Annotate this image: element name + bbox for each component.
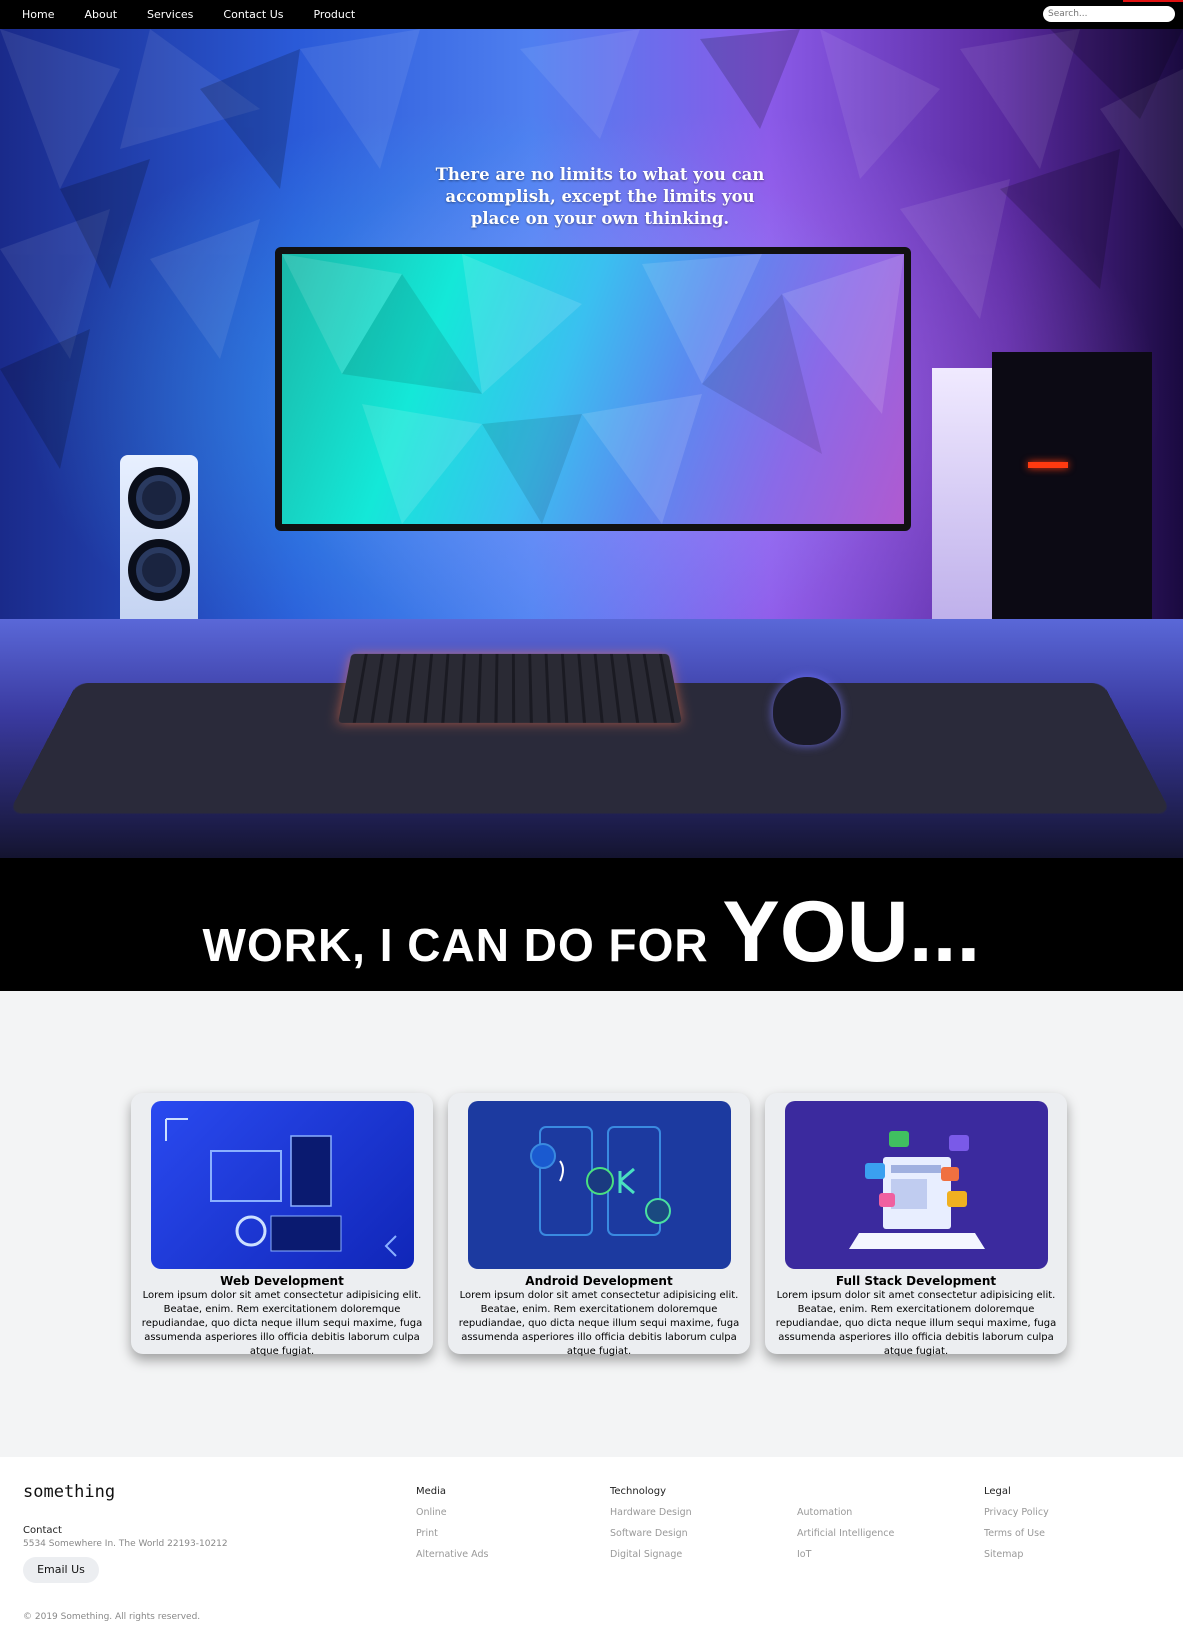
footer-contact-label: Contact <box>23 1525 62 1536</box>
banner-heading: WORK, I CAN DO FOR YOU... <box>0 883 1183 982</box>
nav-link-services[interactable]: Services <box>147 8 193 21</box>
pc-tower-led <box>1028 462 1068 468</box>
nav-link-product[interactable]: Product <box>313 8 355 21</box>
footer-link[interactable]: Digital Signage <box>610 1549 692 1570</box>
footer-column-title: Media <box>416 1486 447 1497</box>
footer-link[interactable]: Terms of Use <box>984 1528 1049 1549</box>
footer-link[interactable]: Online <box>416 1507 488 1528</box>
banner-heading-big: YOU... <box>722 884 981 980</box>
service-card-title: Full Stack Development <box>835 1274 997 1288</box>
footer-link[interactable]: Alternative Ads <box>416 1549 488 1570</box>
email-us-button[interactable]: Email Us <box>23 1557 99 1583</box>
android-development-illustration <box>468 1101 731 1269</box>
speaker <box>120 455 198 640</box>
service-card-fullstack[interactable]: Full Stack Development Lorem ipsum dolor… <box>765 1093 1067 1357</box>
footer-link[interactable]: Software Design <box>610 1528 692 1549</box>
mouse <box>773 677 841 745</box>
footer-column-media: Media Online Print Alternative Ads <box>416 1486 488 1570</box>
nav-link-about[interactable]: About <box>84 8 117 21</box>
footer-link[interactable]: Privacy Policy <box>984 1507 1049 1528</box>
full-stack-development-illustration <box>785 1101 1048 1269</box>
footer: something Contact 5534 Somewhere In. The… <box>0 1457 1183 1642</box>
top-nav: Home About Services Contact Us Product <box>0 0 1183 29</box>
speaker-cone-bottom <box>128 539 190 601</box>
pc-tower-front <box>932 368 992 656</box>
footer-brand: something <box>23 1482 116 1502</box>
monitor-screen-facets <box>282 254 904 524</box>
footer-column-technology: Technology Hardware Design Software Desi… <box>610 1486 692 1570</box>
banner-heading-small: WORK, I CAN DO FOR <box>202 919 723 971</box>
laptop-languages-icon <box>849 1131 985 1249</box>
service-card-body: Lorem ipsum dolor sit amet consectetur a… <box>141 1290 423 1357</box>
hero-quote: There are no limits to what you can acco… <box>435 165 765 228</box>
android-phones-icon <box>530 1126 671 1236</box>
footer-link[interactable]: Automation <box>797 1507 894 1528</box>
page: Home About Services Contact Us Product S… <box>0 0 1183 1642</box>
footer-column-title <box>797 1486 894 1507</box>
service-card-body: Lorem ipsum dolor sit amet consectetur a… <box>458 1290 740 1357</box>
footer-link[interactable]: Artificial Intelligence <box>797 1528 894 1549</box>
keyboard <box>338 653 682 723</box>
web-development-illustration <box>151 1101 414 1269</box>
nav-links: Home About Services Contact Us Product <box>22 0 385 29</box>
nav-link-contact[interactable]: Contact Us <box>223 8 283 21</box>
footer-column-title: Legal <box>984 1486 1011 1497</box>
service-card-web[interactable]: Web Development Lorem ipsum dolor sit am… <box>131 1093 433 1357</box>
hero-image: There are no limits to what you can acco… <box>0 29 1183 858</box>
footer-link[interactable]: Hardware Design <box>610 1507 692 1528</box>
service-card-title: Android Development <box>525 1274 673 1288</box>
footer-column-technology-more: Automation Artificial Intelligence IoT <box>797 1486 894 1570</box>
service-card-title: Web Development <box>220 1274 344 1288</box>
service-card-body: Lorem ipsum dolor sit amet consectetur a… <box>775 1290 1057 1357</box>
nav-accent-bar <box>1123 0 1183 2</box>
footer-link[interactable]: Sitemap <box>984 1549 1049 1570</box>
code-screen-icon <box>165 1118 397 1257</box>
speaker-cone-top <box>128 467 190 529</box>
service-card-android[interactable]: Android Development Lorem ipsum dolor si… <box>448 1093 750 1357</box>
search-input[interactable] <box>1043 6 1175 22</box>
footer-column-title: Technology <box>610 1486 667 1497</box>
monitor-screen <box>282 254 904 524</box>
footer-address: 5534 Somewhere In. The World 22193-10212 <box>23 1539 228 1549</box>
footer-column-legal: Legal Privacy Policy Terms of Use Sitema… <box>984 1486 1049 1570</box>
nav-link-home[interactable]: Home <box>22 8 54 21</box>
footer-link[interactable]: Print <box>416 1528 488 1549</box>
footer-link[interactable]: IoT <box>797 1549 894 1570</box>
monitor <box>275 247 911 531</box>
copyright: © 2019 Something. All rights reserved. <box>23 1612 201 1622</box>
